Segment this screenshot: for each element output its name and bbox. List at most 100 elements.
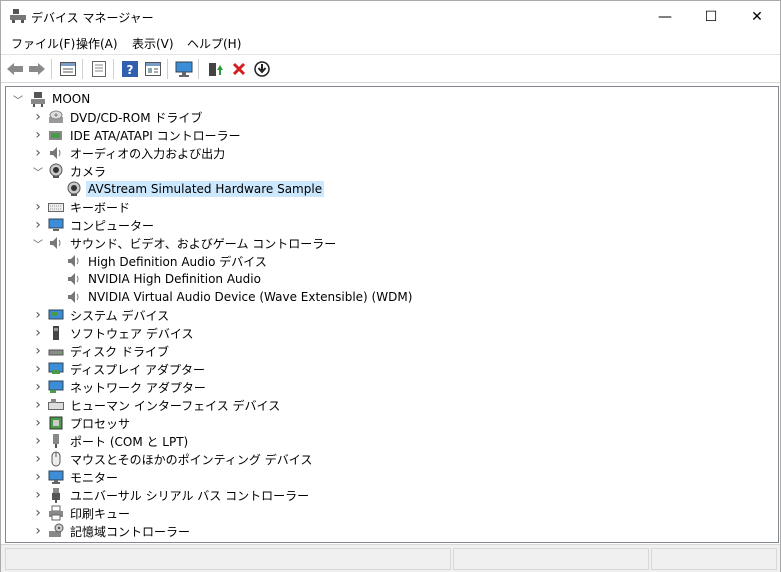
tree-item-label: DVD/CD-ROM ドライブ xyxy=(70,110,203,125)
expand-icon[interactable]: › xyxy=(32,486,44,504)
scan-hardware-button[interactable] xyxy=(174,59,194,79)
keyboard-icon xyxy=(48,199,64,215)
expand-icon[interactable]: › xyxy=(32,432,44,450)
uninstall-button[interactable] xyxy=(229,59,249,79)
menu-file[interactable]: ファイル(F) xyxy=(11,35,75,52)
status-pane-main xyxy=(5,548,451,570)
menu-view[interactable]: 表示(V) xyxy=(132,35,174,52)
tree-category-item[interactable]: › モニター xyxy=(35,468,120,486)
tree-category-item[interactable]: › ヒューマン インターフェイス デバイス xyxy=(35,396,282,414)
tree-category-item[interactable]: › IDE ATA/ATAPI コントローラー xyxy=(35,126,243,144)
tree-root[interactable]: ﹀ MOON xyxy=(12,90,92,108)
title-bar: デバイス マネージャー — ☐ ✕ xyxy=(1,1,780,32)
expand-icon[interactable]: › xyxy=(32,306,44,324)
expand-icon[interactable]: › xyxy=(32,126,44,144)
collapse-icon[interactable]: ﹀ xyxy=(32,234,44,252)
device-manager-window: デバイス マネージャー — ☐ ✕ ファイル(F) 操作(A) 表示(V) ヘル… xyxy=(0,0,781,572)
tree-item-label: IDE ATA/ATAPI コントローラー xyxy=(70,128,241,143)
collapse-icon[interactable]: ﹀ xyxy=(12,90,24,108)
minimize-button[interactable]: — xyxy=(642,1,688,32)
printer-icon xyxy=(48,505,64,521)
tree-category-item[interactable]: › ソフトウェア デバイス xyxy=(35,324,195,342)
tree-category-item[interactable]: › DVD/CD-ROM ドライブ xyxy=(35,108,204,126)
tree-category-item[interactable]: › コンピューター xyxy=(35,216,156,234)
collapse-icon[interactable]: ﹀ xyxy=(32,162,44,180)
update-driver-button[interactable] xyxy=(206,59,226,79)
expand-icon[interactable]: › xyxy=(32,360,44,378)
status-pane-right xyxy=(651,548,777,570)
tree-category-item[interactable]: › 印刷キュー xyxy=(35,504,132,522)
tree-category-item[interactable]: › キーボード xyxy=(35,198,132,216)
expand-icon[interactable]: › xyxy=(32,378,44,396)
close-button[interactable]: ✕ xyxy=(734,1,780,32)
expand-icon[interactable]: › xyxy=(32,342,44,360)
computer-icon xyxy=(48,217,64,233)
tree-item-label: プロセッサ xyxy=(70,416,131,431)
tree-category-item[interactable]: ﹀ カメラ xyxy=(33,162,108,180)
expand-icon[interactable]: › xyxy=(32,324,44,342)
maximize-button[interactable]: ☐ xyxy=(688,1,734,32)
expand-icon[interactable]: › xyxy=(32,414,44,432)
tree-child-item[interactable]: High Definition Audio デバイス xyxy=(66,252,269,270)
expand-icon[interactable]: › xyxy=(32,450,44,468)
maximize-icon: ☐ xyxy=(704,8,718,25)
menu-bar: ファイル(F) 操作(A) 表示(V) ヘルプ(H) xyxy=(1,32,780,54)
expand-icon[interactable]: › xyxy=(32,504,44,522)
device-manager-icon xyxy=(10,9,26,23)
tree-item-label: オーディオの入力および出力 xyxy=(70,146,226,161)
menu-action[interactable]: 操作(A) xyxy=(76,35,118,52)
close-icon: ✕ xyxy=(751,8,763,25)
audio-icon xyxy=(48,145,64,161)
device-tree[interactable]: ﹀ MOON › DVD/CD-ROM ドライブ › IDE ATA/ATAPI コン… xyxy=(5,86,779,543)
root-label: MOON xyxy=(52,92,91,106)
window-title: デバイス マネージャー xyxy=(31,11,154,25)
tree-item-label: ソフトウェア デバイス xyxy=(70,326,194,341)
tree-category-item[interactable]: ﹀ サウンド、ビデオ、およびゲーム コントローラー xyxy=(33,234,338,252)
audio-icon xyxy=(66,253,82,269)
back-button[interactable] xyxy=(5,59,25,79)
status-pane-middle xyxy=(453,548,649,570)
computer-icon xyxy=(30,91,46,107)
tree-item-label: サウンド、ビデオ、およびゲーム コントローラー xyxy=(70,236,337,251)
download-button[interactable] xyxy=(252,59,272,79)
tree-item-label: NVIDIA High Definition Audio xyxy=(88,272,261,286)
view-button[interactable] xyxy=(143,59,163,79)
expand-icon[interactable]: › xyxy=(32,396,44,414)
menu-help[interactable]: ヘルプ(H) xyxy=(187,35,241,52)
tree-child-item[interactable]: NVIDIA Virtual Audio Device (Wave Extens… xyxy=(66,288,414,306)
tree-item-label: コンピューター xyxy=(70,218,155,233)
status-bar xyxy=(1,544,780,572)
expand-icon[interactable]: › xyxy=(32,216,44,234)
forward-button[interactable] xyxy=(27,59,47,79)
tree-category-item[interactable]: › システム デバイス xyxy=(35,306,171,324)
usb-icon xyxy=(48,487,64,503)
tree-category-item[interactable]: › プロセッサ xyxy=(35,414,132,432)
tree-category-item[interactable]: › マウスとそのほかのポインティング デバイス xyxy=(35,450,314,468)
tree-category-item[interactable]: › ディスク ドライブ xyxy=(35,342,171,360)
tree-category-item[interactable]: › ポート (COM と LPT) xyxy=(35,432,190,450)
tree-item-label: NVIDIA Virtual Audio Device (Wave Extens… xyxy=(88,290,413,304)
download-icon xyxy=(254,61,270,77)
expand-icon[interactable]: › xyxy=(32,468,44,486)
expand-icon[interactable]: › xyxy=(32,108,44,126)
expand-icon[interactable]: › xyxy=(32,144,44,162)
dvd-icon xyxy=(48,109,64,125)
controller-icon xyxy=(48,127,64,143)
disk-icon xyxy=(48,343,64,359)
tree-category-item[interactable]: › オーディオの入力および出力 xyxy=(35,144,227,162)
tree-child-item[interactable]: NVIDIA High Definition Audio xyxy=(66,270,263,288)
help-button[interactable]: ? xyxy=(120,59,140,79)
tree-category-item[interactable]: › ユニバーサル シリアル バス コントローラー xyxy=(35,486,311,504)
tree-item-label: キーボード xyxy=(70,200,131,215)
tree-category-item[interactable]: › ディスプレイ アダプター xyxy=(35,360,207,378)
tree-category-item[interactable]: › ネットワーク アダプター xyxy=(35,378,208,396)
tree-item-label: High Definition Audio デバイス xyxy=(88,254,267,269)
expand-icon[interactable]: › xyxy=(32,198,44,216)
expand-icon[interactable]: › xyxy=(32,522,44,540)
show-hidden-button[interactable] xyxy=(89,59,109,79)
properties-button[interactable] xyxy=(58,59,78,79)
storage-icon xyxy=(48,523,64,539)
tree-child-item[interactable]: AVStream Simulated Hardware Sample xyxy=(66,180,325,198)
port-icon xyxy=(48,433,64,449)
tree-category-item[interactable]: › 記憶域コントローラー xyxy=(35,522,192,540)
